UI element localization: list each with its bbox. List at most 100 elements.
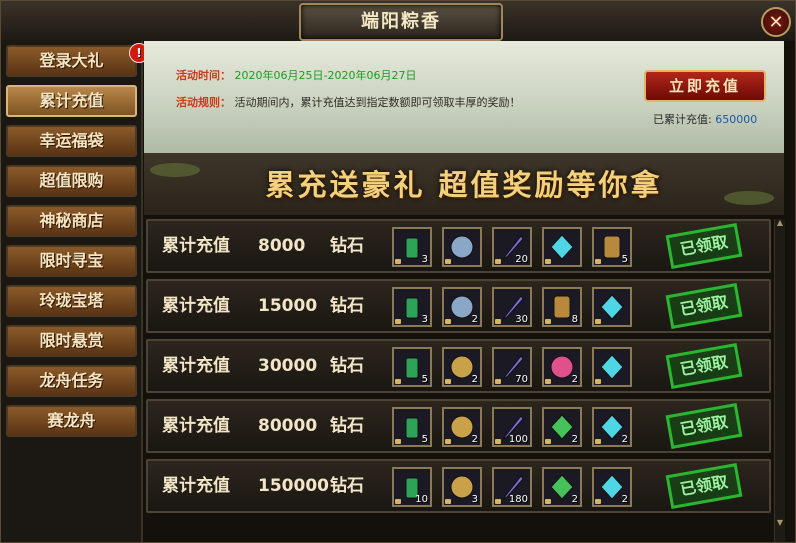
bound-lock-icon	[445, 259, 451, 264]
bound-lock-icon	[495, 439, 501, 444]
event-window: 端阳粽香 ✕ 登录大礼! 累计充值 幸运福袋 超值限购 神秘商店 限时寻宝 玲珑宝塔 限时悬赏…	[0, 0, 796, 543]
tier-prefix: 累计充值	[162, 416, 230, 436]
bound-lock-icon	[595, 379, 601, 384]
reward-item-slot[interactable]: 180	[492, 467, 532, 507]
bound-lock-icon	[545, 259, 551, 264]
event-time-value: 2020年06月25日-2020年06月27日	[234, 69, 417, 82]
sidebar-item[interactable]: 赛龙舟	[6, 405, 137, 437]
item-quantity: 2	[621, 434, 628, 445]
reward-item-slot[interactable]: 2	[442, 347, 482, 387]
total-recharge-value: 650000	[715, 113, 758, 126]
sidebar-item[interactable]: 神秘商店	[6, 205, 137, 237]
sidebar: 登录大礼! 累计充值幸运福袋超值限购神秘商店限时寻宝玲珑宝塔限时悬赏龙舟任务赛龙舟	[1, 41, 149, 542]
reward-item-slot[interactable]: 70	[492, 347, 532, 387]
reward-item-slot[interactable]: 30	[492, 287, 532, 327]
reward-item-slot[interactable]: 2	[542, 407, 582, 447]
scrollbar[interactable]: ▲ ▼	[774, 219, 785, 542]
bound-lock-icon	[445, 439, 451, 444]
item-quantity: 2	[471, 374, 478, 385]
reward-item-slot[interactable]	[592, 347, 632, 387]
event-time-label: 活动时间：	[176, 69, 231, 82]
reward-item-slot[interactable]	[592, 287, 632, 327]
tier-unit: 钻石	[330, 296, 364, 316]
reward-item-slot[interactable]: 5	[392, 347, 432, 387]
info-panel: 活动时间： 2020年06月25日-2020年06月27日 活动规则： 活动期间…	[144, 41, 784, 155]
bound-lock-icon	[545, 439, 551, 444]
bound-lock-icon	[395, 259, 401, 264]
reward-item-slot[interactable]	[542, 227, 582, 267]
reward-item-slot[interactable]: 3	[392, 287, 432, 327]
bound-lock-icon	[445, 499, 451, 504]
bound-lock-icon	[395, 379, 401, 384]
reward-item-slot[interactable]: 2	[592, 407, 632, 447]
item-quantity: 3	[421, 314, 428, 325]
item-quantity: 8	[571, 314, 578, 325]
scroll-up-icon[interactable]: ▲	[775, 219, 785, 227]
bound-lock-icon	[495, 499, 501, 504]
tier-amount: 15000	[258, 296, 318, 316]
bound-lock-icon	[445, 379, 451, 384]
event-time-row: 活动时间： 2020年06月25日-2020年06月27日	[176, 67, 416, 83]
scroll-down-icon[interactable]: ▼	[775, 519, 785, 527]
item-quantity: 180	[508, 494, 528, 505]
close-button[interactable]: ✕	[761, 7, 791, 37]
tier-label: 累计充值 30000 钻石	[162, 341, 364, 391]
sidebar-item[interactable]: 累计充值	[6, 85, 137, 117]
bound-lock-icon	[545, 319, 551, 324]
reward-tier-row: 累计充值 30000 钻石 5 2 70 2 已领取	[146, 339, 771, 393]
tier-prefix: 累计充值	[162, 296, 230, 316]
tier-unit: 钻石	[330, 356, 364, 376]
bound-lock-icon	[595, 319, 601, 324]
reward-item-slot[interactable]: 3	[442, 467, 482, 507]
diamond-icon	[550, 234, 574, 260]
reward-tier-row: 累计充值 15000 钻石 3 2 30 8 已领取	[146, 279, 771, 333]
item-quantity: 3	[421, 254, 428, 265]
item-quantity: 2	[471, 434, 478, 445]
reward-item-slot[interactable]: 10	[392, 467, 432, 507]
sidebar-item[interactable]: 超值限购	[6, 165, 137, 197]
reward-item-slot[interactable]: 100	[492, 407, 532, 447]
sidebar-item[interactable]: 限时悬赏	[6, 325, 137, 357]
event-rule-row: 活动规则： 活动期间内，累计充值达到指定数额即可领取丰厚的奖励！	[176, 94, 521, 110]
tier-amount: 30000	[258, 356, 318, 376]
sidebar-item[interactable]: 龙舟任务	[6, 365, 137, 397]
reward-item-slot[interactable]: 2	[442, 287, 482, 327]
banner-text: 累充送豪礼 超值奖励等你拿	[265, 168, 663, 202]
sidebar-item[interactable]: 登录大礼!	[6, 43, 149, 77]
bound-lock-icon	[595, 259, 601, 264]
reward-item-slot[interactable]	[442, 227, 482, 267]
item-quantity: 5	[621, 254, 628, 265]
bound-lock-icon	[545, 499, 551, 504]
bound-lock-icon	[595, 439, 601, 444]
tier-amount: 8000	[258, 236, 306, 256]
sidebar-item[interactable]: 玲珑宝塔	[6, 285, 137, 317]
reward-item-slot[interactable]: 3	[392, 227, 432, 267]
reward-item-slot[interactable]: 8	[542, 287, 582, 327]
reward-item-slot[interactable]: 20	[492, 227, 532, 267]
total-recharge: 已累计充值: 650000	[653, 111, 757, 127]
reward-item-slot[interactable]: 2	[542, 467, 582, 507]
reward-item-slot[interactable]: 5	[592, 227, 632, 267]
reward-item-slot[interactable]: 2	[542, 347, 582, 387]
tier-label: 累计充值 150000钻石	[162, 461, 364, 511]
tier-unit: 钻石	[330, 416, 364, 436]
reward-item-slot[interactable]: 2	[442, 407, 482, 447]
recharge-now-button[interactable]: 立即充值	[644, 70, 766, 102]
reward-item-slot[interactable]: 2	[592, 467, 632, 507]
tier-label: 累计充值 80000 钻石	[162, 401, 364, 451]
reward-item-slot[interactable]: 5	[392, 407, 432, 447]
item-quantity: 2	[571, 434, 578, 445]
bound-lock-icon	[395, 319, 401, 324]
diamond-icon	[600, 354, 624, 380]
item-quantity: 70	[515, 374, 528, 385]
bound-lock-icon	[595, 499, 601, 504]
sidebar-item[interactable]: 限时寻宝	[6, 245, 137, 277]
item-quantity: 10	[415, 494, 428, 505]
claimed-stamp: 已领取	[665, 343, 743, 389]
promo-banner: 累充送豪礼 超值奖励等你拿	[144, 155, 784, 215]
tier-prefix: 累计充值	[162, 236, 230, 256]
reward-tier-list: 累计充值 8000 钻石 3 20 5 已领取 累计充值 15000 钻石 3 2 30 8 已领取 累计充值…	[146, 219, 771, 542]
bound-lock-icon	[395, 499, 401, 504]
sidebar-item[interactable]: 幸运福袋	[6, 125, 137, 157]
item-quantity: 2	[571, 494, 578, 505]
